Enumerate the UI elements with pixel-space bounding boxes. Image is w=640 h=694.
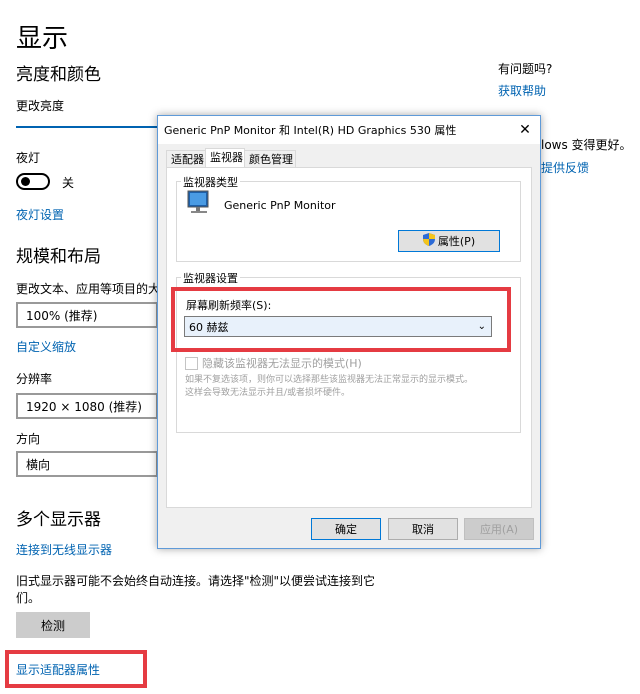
monitor-properties-button[interactable]: 属性(P) xyxy=(398,230,500,252)
hide-modes-checkbox[interactable] xyxy=(185,356,198,370)
help-question: 有问题吗? xyxy=(498,62,553,76)
dialog-titlebar[interactable]: Generic PnP Monitor 和 Intel(R) HD Graphi… xyxy=(158,116,540,144)
cancel-button[interactable]: 取消 xyxy=(388,518,458,540)
monitor-settings-group-label: 监视器设置 xyxy=(181,270,240,286)
refresh-rate-dropdown[interactable]: 60 赫兹 ⌄ xyxy=(184,316,492,337)
orientation-label: 方向 xyxy=(16,432,41,446)
old-display-note: 旧式显示器可能不会始终自动连接。请选择"检测"以便尝试连接到它们。 xyxy=(16,574,376,605)
tab-color-management[interactable]: 颜色管理 xyxy=(244,150,296,168)
night-light-state: 关 xyxy=(62,176,75,190)
scale-label: 更改文本、应用等项目的大 xyxy=(16,282,157,296)
chevron-down-icon: ⌄ xyxy=(477,321,486,332)
resolution-dropdown[interactable]: 1920 × 1080 (推荐) xyxy=(16,393,158,419)
monitor-properties-label: 属性(P) xyxy=(437,235,476,248)
brightness-slider[interactable] xyxy=(16,126,158,128)
ok-button[interactable]: 确定 xyxy=(311,518,381,540)
adapter-properties-link[interactable]: 显示适配器属性 xyxy=(16,661,100,678)
resolution-label: 分辨率 xyxy=(16,372,53,386)
toggle-knob xyxy=(21,177,30,186)
monitor-name: Generic PnP Monitor xyxy=(224,199,336,212)
tab-adapter[interactable]: 适配器 xyxy=(166,150,206,168)
night-light-settings-link[interactable]: 夜灯设置 xyxy=(16,206,64,223)
multi-display-section-title: 多个显示器 xyxy=(16,510,101,530)
feedback-link[interactable]: 提供反馈 xyxy=(541,159,589,176)
night-light-label: 夜灯 xyxy=(16,151,41,165)
refresh-rate-label: 屏幕刷新频率(S): xyxy=(186,299,272,312)
monitor-type-group-label: 监视器类型 xyxy=(181,174,240,190)
monitor-icon xyxy=(187,190,211,220)
close-icon[interactable]: ✕ xyxy=(510,122,540,138)
dialog-title: Generic PnP Monitor 和 Intel(R) HD Graphi… xyxy=(164,124,457,137)
shield-icon xyxy=(422,233,435,249)
hide-modes-checkbox-row[interactable]: 隐藏该监视器无法显示的模式(H) xyxy=(185,355,362,371)
page-title: 显示 xyxy=(16,24,69,54)
hide-modes-desc-line-1: 如果不复选该项，则你可以选择那些该监视器无法正常显示的显示模式。 xyxy=(185,375,474,385)
night-light-toggle[interactable] xyxy=(16,173,50,190)
custom-scaling-link[interactable]: 自定义缩放 xyxy=(16,338,76,355)
orientation-dropdown[interactable]: 横向 xyxy=(16,451,158,477)
scale-section-title: 规模和布局 xyxy=(16,247,101,267)
scale-value: 100% (推荐) xyxy=(26,308,98,323)
hide-modes-description: 如果不复选该项，则你可以选择那些该监视器无法正常显示的显示模式。 这样会导致无法… xyxy=(185,374,515,400)
refresh-rate-value: 60 赫兹 xyxy=(189,320,229,334)
hide-modes-desc-line-2: 这样会导致无法显示并且/或者损坏硬件。 xyxy=(185,388,351,398)
scale-dropdown[interactable]: 100% (推荐) xyxy=(16,302,158,328)
hide-modes-label: 隐藏该监视器无法显示的模式(H) xyxy=(202,357,362,370)
tab-monitor[interactable]: 监视器 xyxy=(205,148,245,168)
connect-wireless-link[interactable]: 连接到无线显示器 xyxy=(16,541,112,558)
brightness-section-title: 亮度和颜色 xyxy=(16,65,101,85)
get-help-link[interactable]: 获取帮助 xyxy=(498,82,546,99)
apply-button[interactable]: 应用(A) xyxy=(464,518,534,540)
orientation-value: 横向 xyxy=(26,457,51,472)
resolution-value: 1920 × 1080 (推荐) xyxy=(26,399,142,414)
change-brightness-label: 更改亮度 xyxy=(16,99,65,113)
better-windows-text: lows 变得更好。 xyxy=(541,138,632,152)
detect-button[interactable]: 检测 xyxy=(16,612,90,638)
